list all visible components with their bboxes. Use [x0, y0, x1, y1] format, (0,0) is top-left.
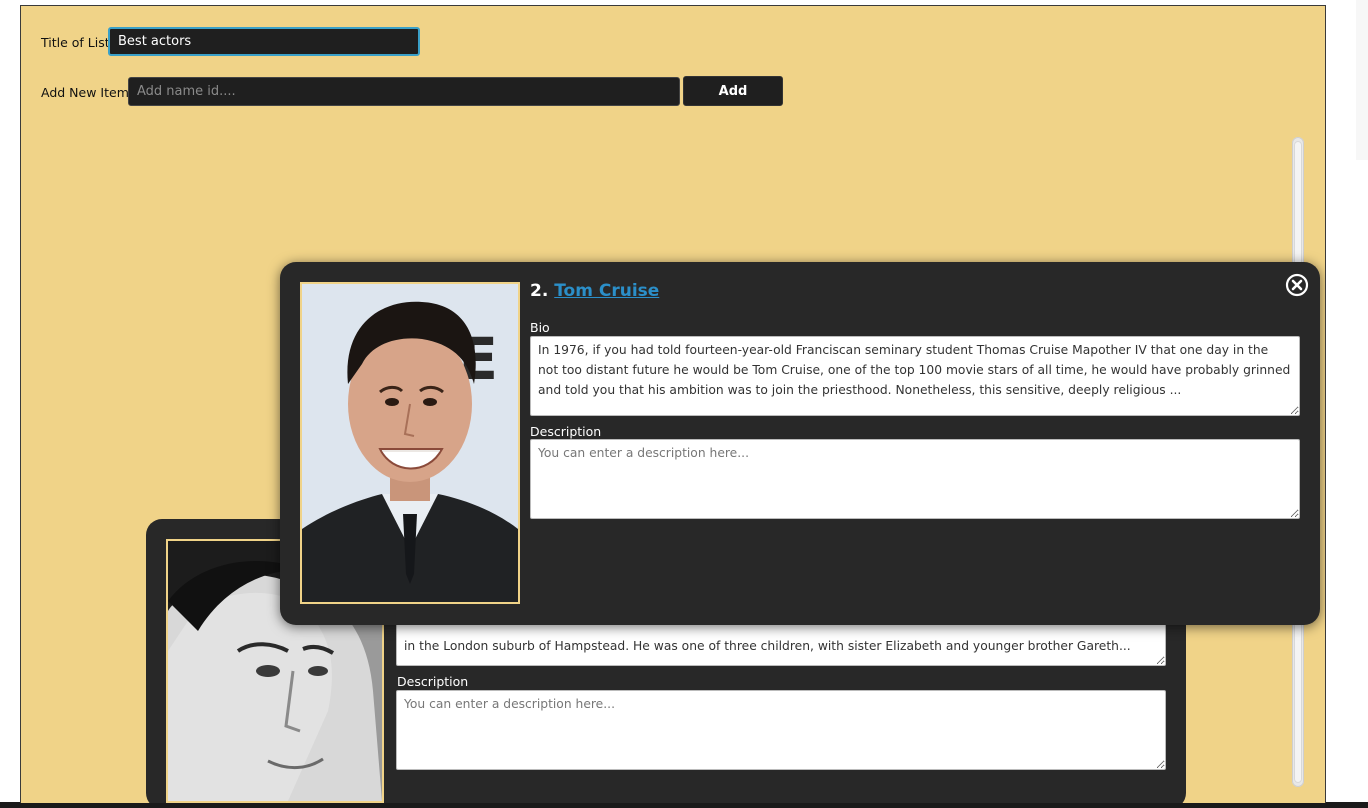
- item-heading: 2. Tom Cruise: [530, 281, 659, 301]
- bio-label: Bio: [530, 320, 550, 335]
- actor-photo: LIE: [300, 282, 520, 604]
- close-circle-icon[interactable]: [1285, 273, 1309, 297]
- list-editor: Title of List Add New Item Add in: [20, 5, 1326, 803]
- description-label: Description: [397, 674, 469, 689]
- description-textarea[interactable]: [530, 439, 1300, 519]
- description-label: Description: [530, 424, 602, 439]
- list-item-card: LIE 2. Tom Cruise Bio: [280, 262, 1320, 625]
- actor-name-link[interactable]: Tom Cruise: [554, 281, 659, 301]
- title-label: Title of List: [41, 35, 110, 50]
- actor-portrait-image: LIE: [302, 284, 518, 602]
- page-edge: [1356, 0, 1368, 160]
- add-button[interactable]: Add: [683, 76, 783, 106]
- description-textarea[interactable]: [396, 690, 1166, 770]
- title-input[interactable]: [108, 27, 420, 56]
- item-rank: 2.: [530, 281, 549, 301]
- add-item-label: Add New Item: [41, 85, 129, 100]
- bio-textarea[interactable]: In 1976, if you had told fourteen-year-o…: [530, 336, 1300, 416]
- add-item-input[interactable]: [128, 77, 680, 106]
